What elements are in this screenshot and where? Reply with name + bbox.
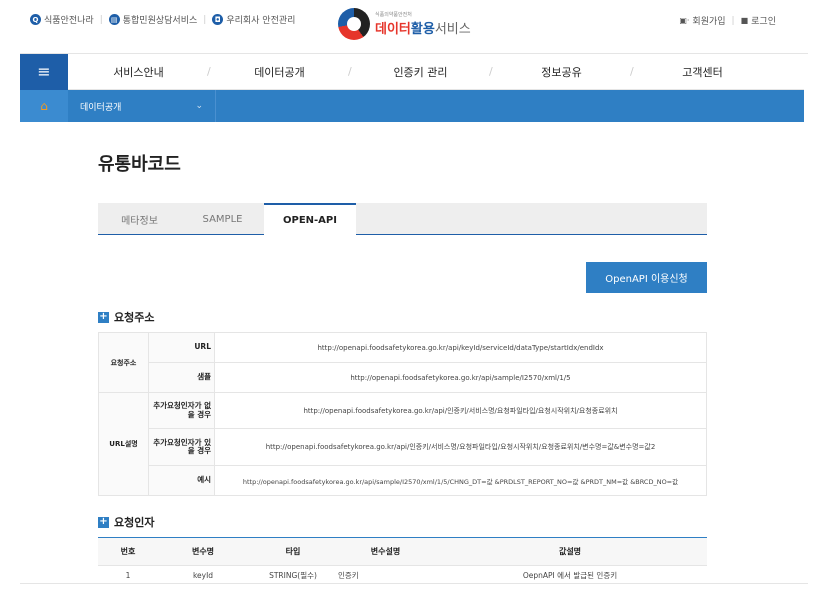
hamburger-menu-icon[interactable]: ≡ [20,53,68,90]
login-link[interactable]: 로그인 [751,14,776,27]
extra-label: 추가요청인자가 있을 경우 [148,428,215,466]
link-food-safety[interactable]: Q 식품안전나라 [30,13,94,26]
section-params-title: + 요청인자 [98,514,154,530]
logo-mark-icon [338,8,370,40]
document-icon: ▤ [108,14,120,25]
plus-icon: + [98,516,109,528]
url-label: URL [148,332,215,363]
col-header-value-desc: 값설명 [433,537,707,566]
link-civil-service-label: 통합민원상담서비스 [122,16,198,26]
breadcrumb: ⌂ 데이터공개 ⌄ [20,90,804,122]
tab-bar: 메타정보 SAMPLE OPEN-API [98,203,707,235]
nav-item-data-open[interactable]: 데이터공개 [209,64,350,80]
nav-item-service-info[interactable]: 서비스안내 [68,64,209,80]
search-icon: Q [30,14,41,25]
tab-open-api[interactable]: OPEN-API [264,203,356,235]
user-links: ▣· 회원가입 | ■ 로그인 [679,14,776,28]
tab-sample[interactable]: SAMPLE [181,203,264,235]
section-request-label: 요청주소 [114,311,155,324]
divider: | [203,14,207,25]
top-links: Q 식품안전나라 | ▤ 통합민원상담서비스 | ◘ 우리회사 안전관리 [30,13,295,26]
url-value: http://openapi.foodsafetykorea.go.kr/api… [214,332,707,363]
nav-item-auth-key[interactable]: 인증키 관리 [350,64,491,80]
signup-link[interactable]: 회원가입 [692,14,725,27]
col-header-type: 타입 [248,537,338,566]
nav-item-info-share[interactable]: 정보공유 [491,64,632,80]
chevron-down-icon: ⌄ [195,101,203,111]
link-company-safety[interactable]: ◘ 우리회사 안전관리 [212,13,295,26]
col-header-number: 번호 [98,537,158,566]
no-extra-value: http://openapi.foodsafetykorea.go.kr/api… [214,392,707,429]
extra-value: http://openapi.foodsafetykorea.go.kr/api… [214,428,707,466]
sample-label: 샘플 [148,362,215,393]
section-params-label: 요청인자 [114,516,155,529]
company-icon: ◘ [212,14,224,25]
table-row: 예시 http://openapi.foodsafetykorea.go.kr/… [99,465,707,496]
link-company-safety-label: 우리회사 안전관리 [226,16,296,26]
col-header-var-desc: 변수설명 [338,537,433,566]
logo-title-part3: 서비스 [434,21,471,37]
sample-value: http://openapi.foodsafetykorea.go.kr/api… [214,362,707,393]
table-row: 추가요청인자가 있을 경우 http://openapi.foodsafetyk… [99,428,707,466]
viewport-clip [0,584,828,606]
home-icon[interactable]: ⌂ [20,90,68,122]
no-extra-label: 추가요청인자가 없을 경우 [148,392,215,429]
request-address-table: 요청주소 URL http://openapi.foodsafetykorea.… [98,332,707,496]
row-group-url-desc: URL설명 [98,392,149,496]
col-header-variable: 변수명 [158,537,248,566]
logo-title-part1: 데이터 [375,21,411,37]
nav-item-customer-center[interactable]: 고객센터 [632,64,773,80]
table-row: URL설명 추가요청인자가 없을 경우 http://openapi.foods… [98,392,707,496]
example-label: 예시 [148,465,215,496]
table-row: 요청주소 URL http://openapi.foodsafetykorea.… [98,332,707,393]
breadcrumb-select[interactable]: 데이터공개 ⌄ [68,90,216,122]
link-civil-service[interactable]: ▤ 통합민원상담서비스 [108,13,198,26]
plus-icon: + [98,311,109,323]
lock-icon: ■ [740,16,749,25]
logo-org: 식품의약품안전처 [375,11,412,18]
example-value: http://openapi.foodsafetykorea.go.kr/api… [214,465,707,496]
logo-text: 식품의약품안전처 데이터활용서비스 [375,11,471,37]
table-row: 샘플 http://openapi.foodsafetykorea.go.kr/… [99,362,707,393]
site-logo[interactable]: 식품의약품안전처 데이터활용서비스 [338,8,471,40]
main-nav: ≡ 서비스안내 / 데이터공개 / 인증키 관리 / 정보공유 / 고객센터 [20,53,804,90]
link-food-safety-label: 식품안전나라 [44,16,94,26]
tab-metadata[interactable]: 메타정보 [98,203,181,235]
section-request-title: + 요청주소 [98,309,154,325]
table-header-row: 번호 변수명 타입 변수설명 값설명 [98,537,707,566]
openapi-apply-button[interactable]: OpenAPI 이용신청 [586,262,707,293]
logo-title-part2: 활용 [410,21,435,37]
page-title: 유통바코드 [98,154,181,175]
footer-divider [20,583,808,584]
logo-title: 데이터활용서비스 [375,22,471,37]
breadcrumb-current: 데이터공개 [80,102,122,113]
divider: | [731,15,735,26]
row-group-request: 요청주소 [98,332,149,393]
divider: | [99,14,103,25]
request-params-table: 번호 변수명 타입 변수설명 값설명 1 keyId STRING(필수) 인증… [98,537,707,586]
signup-icon: ▣· [679,16,690,25]
